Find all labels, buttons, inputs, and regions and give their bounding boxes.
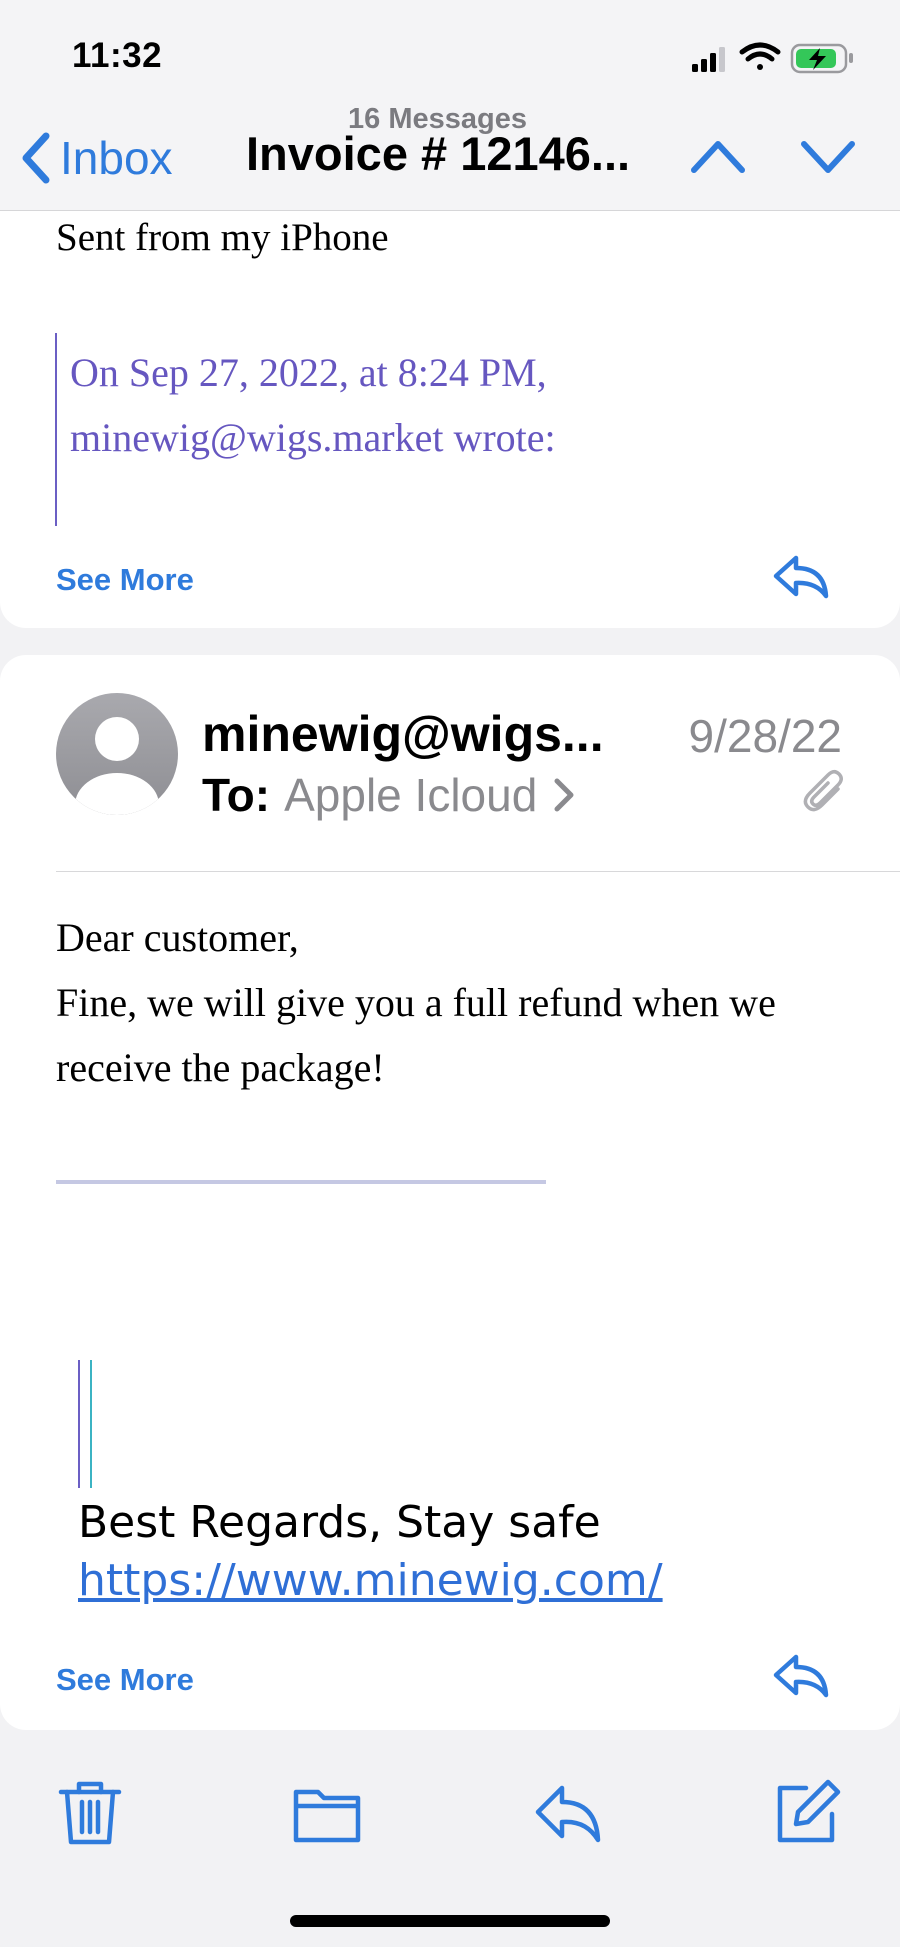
- reply-icon[interactable]: [532, 1778, 602, 1848]
- signal-icon: [692, 47, 725, 72]
- person-icon: [75, 717, 159, 815]
- navigation-bar: 11:32 Inbox 16 Messages Invoice # 12146.…: [0, 0, 900, 211]
- paperclip-icon: [803, 770, 843, 812]
- back-to-inbox-button[interactable]: Inbox: [18, 128, 173, 188]
- status-icons: [692, 42, 853, 74]
- back-label: Inbox: [60, 132, 173, 184]
- signature-link[interactable]: https://www.minewig.com/: [78, 1555, 663, 1606]
- chevron-right-icon: [554, 778, 574, 812]
- see-more-button[interactable]: See More: [56, 562, 194, 598]
- sent-from-line: Sent from my iPhone: [56, 216, 389, 259]
- folder-icon[interactable]: [292, 1778, 362, 1848]
- quote-bar: [55, 333, 57, 526]
- quote-line: On Sep 27, 2022, at 8:24 PM,: [70, 350, 547, 395]
- quote-bar-inner: [90, 1360, 92, 1488]
- chevron-down-icon[interactable]: [800, 134, 856, 178]
- sender-address[interactable]: minewig@wigs...: [202, 705, 604, 763]
- recipient-name[interactable]: Apple Icloud: [284, 768, 537, 822]
- wifi-icon: [739, 42, 781, 70]
- status-time: 11:32: [72, 36, 163, 75]
- see-more-button[interactable]: See More: [56, 1662, 194, 1698]
- trash-icon[interactable]: [55, 1778, 125, 1848]
- chevron-left-icon: [22, 132, 50, 184]
- quoted-header: On Sep 27, 2022, at 8:24 PM, minewig@wig…: [70, 340, 830, 470]
- signature-divider: [56, 1180, 546, 1184]
- message-body: Dear customer, Fine, we will give you a …: [56, 905, 866, 1100]
- previous-message-card: Sent from my iPhone On Sep 27, 2022, at …: [0, 150, 900, 628]
- message-date: 9/28/22: [688, 710, 842, 762]
- chevron-up-icon[interactable]: [690, 134, 746, 178]
- signature-regards: Best Regards, Stay safe: [78, 1497, 601, 1548]
- message-card: minewig@wigs... 9/28/22 To: Apple Icloud…: [0, 655, 900, 1730]
- battery-charging-icon: [790, 43, 853, 74]
- quote-line[interactable]: minewig@wigs.market wrote:: [70, 405, 830, 470]
- thread-title: Invoice # 12146...: [246, 127, 631, 180]
- avatar: [56, 693, 178, 815]
- compose-icon[interactable]: [772, 1778, 842, 1848]
- header-divider: [56, 871, 900, 872]
- recipient-line[interactable]: To: Apple Icloud: [202, 768, 579, 822]
- body-line: Dear customer,: [56, 915, 299, 960]
- reply-icon[interactable]: [772, 1651, 830, 1699]
- body-line: receive the package!: [56, 1045, 385, 1090]
- to-label: To:: [202, 769, 271, 821]
- home-indicator[interactable]: [290, 1915, 610, 1927]
- quote-bar: [78, 1360, 80, 1488]
- body-line: Fine, we will give you a full refund whe…: [56, 980, 776, 1025]
- reply-icon[interactable]: [772, 552, 830, 600]
